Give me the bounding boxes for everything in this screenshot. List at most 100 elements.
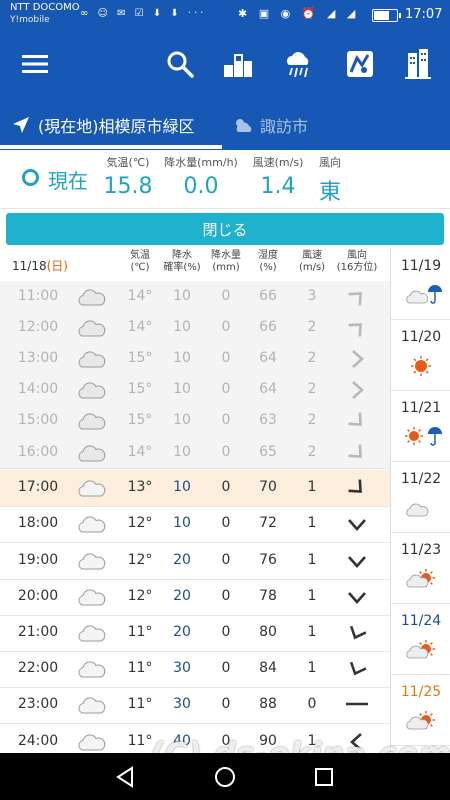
hour-precip: 0	[221, 412, 231, 429]
close-button[interactable]: 閉じる	[6, 213, 444, 245]
hourly-row: 19:00 12° 20 0 76 1	[0, 543, 390, 580]
cloud-sun-icon	[404, 638, 442, 666]
daily-item[interactable]: 11/19	[391, 248, 450, 320]
current-marker-icon	[22, 169, 39, 186]
hour-time: 23:00	[17, 696, 59, 713]
hour-time: 14:00	[17, 381, 59, 398]
home-icon[interactable]	[211, 763, 239, 791]
daily-item[interactable]: 11/20	[391, 319, 450, 391]
cloud-icon	[76, 380, 106, 404]
hour-wind-speed: 1	[307, 587, 317, 604]
cloud-icon	[76, 659, 106, 683]
daily-item[interactable]: 11/22	[391, 461, 450, 533]
hour-precip: 0	[221, 349, 231, 366]
hour-humidity: 64	[259, 349, 277, 366]
hour-temp: 12°	[127, 551, 153, 568]
hour-wind-speed: 1	[307, 660, 317, 677]
carrier-name: NTT DOCOMO	[10, 2, 80, 13]
daily-date: 11/22	[400, 471, 442, 487]
hour-precip: 0	[221, 551, 231, 568]
wind-direction-icon	[344, 379, 370, 405]
hour-humidity: 64	[259, 381, 277, 398]
hour-precip-prob: 20	[173, 624, 191, 640]
wind-direction-icon	[344, 286, 370, 312]
battery-icon	[372, 9, 401, 22]
hour-time: 24:00	[17, 732, 59, 749]
hour-temp: 12°	[127, 587, 153, 604]
hourly-row: 15:00 15° 10 0 63 2	[0, 405, 390, 438]
hour-precip: 0	[221, 696, 231, 713]
hour-humidity: 78	[259, 587, 277, 604]
hour-wind-speed: 3	[307, 287, 317, 304]
wind-direction-icon	[344, 550, 370, 576]
hour-precip-prob: 10	[173, 318, 191, 335]
system-nav-bar	[0, 753, 450, 800]
cloud-icon	[76, 411, 106, 435]
location-tabs: (現在地)相模原市緑区 諏訪市	[0, 100, 450, 150]
hour-wind-speed: 0	[307, 696, 317, 713]
hour-precip-prob: 10	[173, 479, 191, 496]
col-precip-amount: 降水量 (mm)	[211, 250, 241, 273]
recents-icon[interactable]	[310, 763, 338, 791]
daily-item[interactable]: 11/25	[391, 674, 450, 746]
hour-temp: 13°	[127, 479, 153, 496]
wind-direction-icon	[344, 348, 370, 374]
hour-precip-prob: 10	[173, 287, 191, 304]
daily-date: 11/20	[400, 329, 442, 345]
hour-humidity: 63	[259, 412, 277, 429]
buildings-icon[interactable]	[398, 44, 438, 84]
hour-humidity: 65	[259, 443, 277, 460]
current-wind-speed: 風速(m/s) 1.4	[252, 156, 304, 199]
daily-item[interactable]: 11/21	[391, 390, 450, 462]
cloud-sun-icon	[404, 567, 442, 595]
hour-precip: 0	[221, 287, 231, 304]
menu-icon[interactable]	[15, 44, 55, 84]
daily-item[interactable]: 11/23	[391, 532, 450, 604]
search-icon[interactable]	[160, 44, 200, 84]
partly-cloudy-icon	[236, 119, 252, 132]
tab-current-location[interactable]: (現在地)相模原市緑区	[12, 100, 195, 150]
hour-time: 19:00	[17, 551, 59, 568]
ranking-icon[interactable]	[218, 44, 258, 84]
cloud-icon	[76, 551, 106, 575]
hourly-row: 17:00 13° 10 0 70 1	[0, 470, 390, 508]
tab-suwa[interactable]: 諏訪市	[232, 100, 308, 150]
current-temp: 気温(℃) 15.8	[103, 156, 153, 199]
active-tab-indicator	[0, 145, 222, 149]
wind-direction-icon	[344, 694, 370, 718]
map-icon[interactable]	[340, 44, 380, 84]
cloud-icon	[76, 318, 106, 342]
hour-time: 21:00	[17, 624, 59, 640]
hour-precip-prob: 10	[173, 515, 191, 532]
wind-direction-icon	[344, 477, 370, 503]
rain-cloud-icon[interactable]	[278, 44, 318, 84]
sun-umbrella-icon	[404, 425, 442, 453]
status-bar: NTT DOCOMO Y!mobile ∞ ☺ ✉ ☑ ⬇ ⬇ ··· ✱ ▣ …	[0, 0, 450, 30]
hourly-header: 11/18(日) 気温 (℃) 降水 確率(%) 降水量 (mm) 湿度 (%) 風速(…	[0, 248, 390, 282]
back-icon[interactable]	[112, 763, 140, 791]
hour-temp: 15°	[127, 412, 153, 429]
hour-humidity: 72	[259, 515, 277, 532]
hour-humidity: 70	[259, 479, 277, 496]
hour-precip-prob: 30	[173, 660, 191, 677]
hour-precip-prob: 20	[173, 551, 191, 568]
hour-precip: 0	[221, 515, 231, 532]
wind-direction-icon	[344, 622, 370, 648]
hour-wind-speed: 1	[307, 624, 317, 640]
hour-precip: 0	[221, 624, 231, 640]
cloud-icon	[76, 349, 106, 373]
cloud-icon	[76, 478, 106, 502]
daily-item[interactable]: 11/24	[391, 603, 450, 675]
daily-date: 11/19	[400, 258, 442, 274]
hour-precip-prob: 10	[173, 412, 191, 429]
carrier-secondary: Y!mobile	[10, 15, 50, 25]
hour-wind-speed: 2	[307, 349, 317, 366]
hour-time: 18:00	[17, 515, 59, 532]
current-conditions: 現在 気温(℃) 15.8 降水量(mm/h) 0.0 風速(m/s) 1.4 風向東	[0, 150, 450, 209]
hourly-row: 23:00 11° 30 0 88 0	[0, 687, 390, 725]
current-rain: 降水量(mm/h) 0.0	[164, 156, 238, 199]
hour-precip-prob: 10	[173, 443, 191, 460]
daily-date: 11/24	[400, 613, 442, 629]
hour-time: 15:00	[17, 412, 59, 429]
daily-date: 11/25	[400, 684, 442, 700]
